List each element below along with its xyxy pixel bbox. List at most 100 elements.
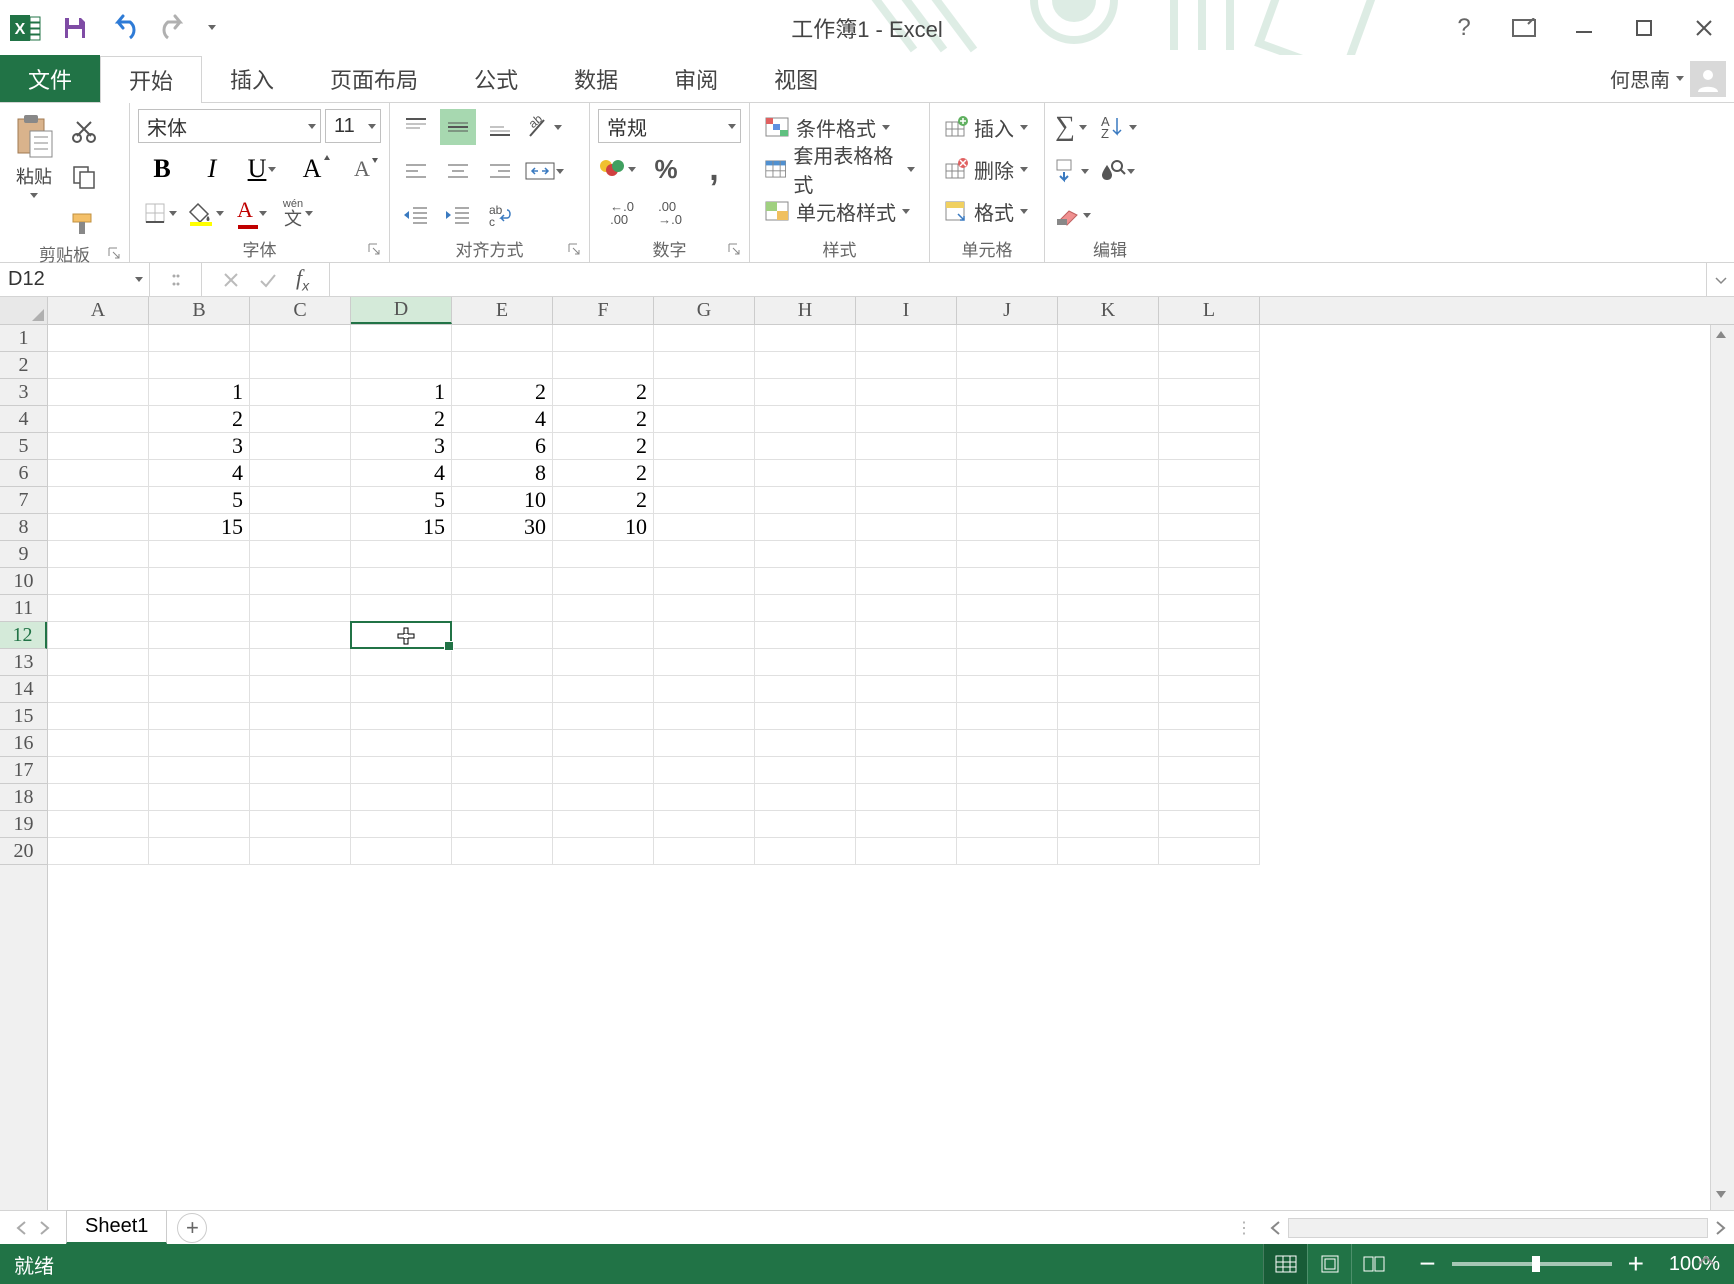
cut-button[interactable] [66, 113, 102, 149]
column-header[interactable]: C [250, 297, 351, 324]
cell[interactable] [250, 487, 351, 514]
column-header[interactable]: F [553, 297, 654, 324]
cell[interactable]: 10 [452, 487, 553, 514]
decrease-indent-button[interactable] [398, 197, 434, 233]
decrease-decimal-button[interactable]: .00→.0 [652, 195, 688, 231]
cell[interactable] [755, 784, 856, 811]
cell[interactable] [957, 514, 1058, 541]
cell[interactable] [452, 811, 553, 838]
cell[interactable]: 4 [149, 460, 250, 487]
cell[interactable] [755, 676, 856, 703]
cell[interactable] [452, 703, 553, 730]
cell[interactable] [351, 541, 452, 568]
cell[interactable] [1159, 541, 1260, 568]
cell[interactable] [1058, 622, 1159, 649]
cell[interactable] [1058, 325, 1159, 352]
cell[interactable] [856, 541, 957, 568]
cell[interactable] [452, 730, 553, 757]
cell[interactable] [1159, 811, 1260, 838]
name-box[interactable]: D12 [0, 263, 150, 296]
column-header[interactable]: G [654, 297, 755, 324]
cell[interactable] [250, 514, 351, 541]
cell[interactable] [1159, 379, 1260, 406]
cell[interactable] [250, 568, 351, 595]
cell[interactable] [1159, 784, 1260, 811]
name-box-resize[interactable] [150, 263, 202, 296]
cell[interactable] [48, 649, 149, 676]
zoom-slider[interactable] [1452, 1262, 1612, 1266]
row-header[interactable]: 2 [0, 352, 47, 379]
align-bottom-button[interactable] [482, 109, 518, 145]
cell[interactable]: 15 [351, 514, 452, 541]
tab-view[interactable]: 视图 [746, 55, 846, 102]
cell[interactable] [48, 757, 149, 784]
maximize-button[interactable] [1614, 0, 1674, 55]
cell[interactable] [48, 514, 149, 541]
cell[interactable] [755, 730, 856, 757]
tab-review[interactable]: 审阅 [646, 55, 746, 102]
select-all-triangle[interactable] [0, 297, 48, 324]
font-color-button[interactable]: A [234, 195, 270, 231]
cell[interactable] [856, 514, 957, 541]
cell[interactable] [957, 703, 1058, 730]
cell[interactable] [351, 757, 452, 784]
view-page-break-button[interactable] [1351, 1244, 1395, 1284]
cell[interactable] [250, 649, 351, 676]
cell[interactable] [48, 595, 149, 622]
cell[interactable] [48, 622, 149, 649]
cell[interactable] [957, 784, 1058, 811]
cell[interactable] [149, 622, 250, 649]
row-header[interactable]: 10 [0, 568, 47, 595]
font-size-combo[interactable]: 11 [325, 109, 381, 143]
cell[interactable] [755, 460, 856, 487]
percent-style-button[interactable]: % [648, 151, 684, 187]
cell[interactable] [452, 757, 553, 784]
cell[interactable] [856, 460, 957, 487]
minimize-button[interactable] [1554, 0, 1614, 55]
scroll-up-button[interactable] [1715, 329, 1731, 345]
cell[interactable] [755, 757, 856, 784]
cell[interactable] [957, 325, 1058, 352]
cell-styles-button[interactable]: 单元格样式 [758, 193, 921, 229]
row-header[interactable]: 6 [0, 460, 47, 487]
cell[interactable] [755, 838, 856, 865]
zoom-in-button[interactable]: + [1622, 1250, 1650, 1278]
italic-button[interactable]: I [194, 151, 230, 187]
cell[interactable] [48, 838, 149, 865]
cell[interactable] [149, 811, 250, 838]
sheet-tab[interactable]: Sheet1 [66, 1210, 167, 1244]
tab-page-layout[interactable]: 页面布局 [302, 55, 446, 102]
row-header[interactable]: 16 [0, 730, 47, 757]
cell[interactable] [1058, 838, 1159, 865]
cell[interactable]: 2 [553, 487, 654, 514]
cell[interactable] [856, 433, 957, 460]
cell[interactable] [351, 595, 452, 622]
cell[interactable] [1159, 487, 1260, 514]
tab-insert[interactable]: 插入 [202, 55, 302, 102]
cell[interactable] [250, 406, 351, 433]
row-header[interactable]: 14 [0, 676, 47, 703]
cell[interactable] [48, 568, 149, 595]
column-header[interactable]: A [48, 297, 149, 324]
cell[interactable] [957, 487, 1058, 514]
hscroll-split-icon[interactable]: ⋮ [1226, 1218, 1262, 1238]
cell[interactable]: 5 [351, 487, 452, 514]
cell[interactable] [250, 703, 351, 730]
cell[interactable] [553, 838, 654, 865]
cell[interactable] [755, 379, 856, 406]
row-header[interactable]: 8 [0, 514, 47, 541]
row-header[interactable]: 15 [0, 703, 47, 730]
clipboard-dialog-launcher[interactable] [107, 246, 123, 262]
cell[interactable] [48, 433, 149, 460]
cell[interactable] [755, 622, 856, 649]
font-dialog-launcher[interactable] [367, 242, 383, 258]
cell[interactable] [1159, 622, 1260, 649]
cell[interactable] [856, 352, 957, 379]
cell[interactable] [957, 730, 1058, 757]
cell[interactable] [1159, 352, 1260, 379]
cell[interactable] [755, 352, 856, 379]
paste-button[interactable]: 粘贴 [8, 109, 60, 241]
collapse-ribbon-button[interactable] [1688, 1242, 1724, 1278]
cell[interactable] [1159, 838, 1260, 865]
cell[interactable] [1058, 379, 1159, 406]
